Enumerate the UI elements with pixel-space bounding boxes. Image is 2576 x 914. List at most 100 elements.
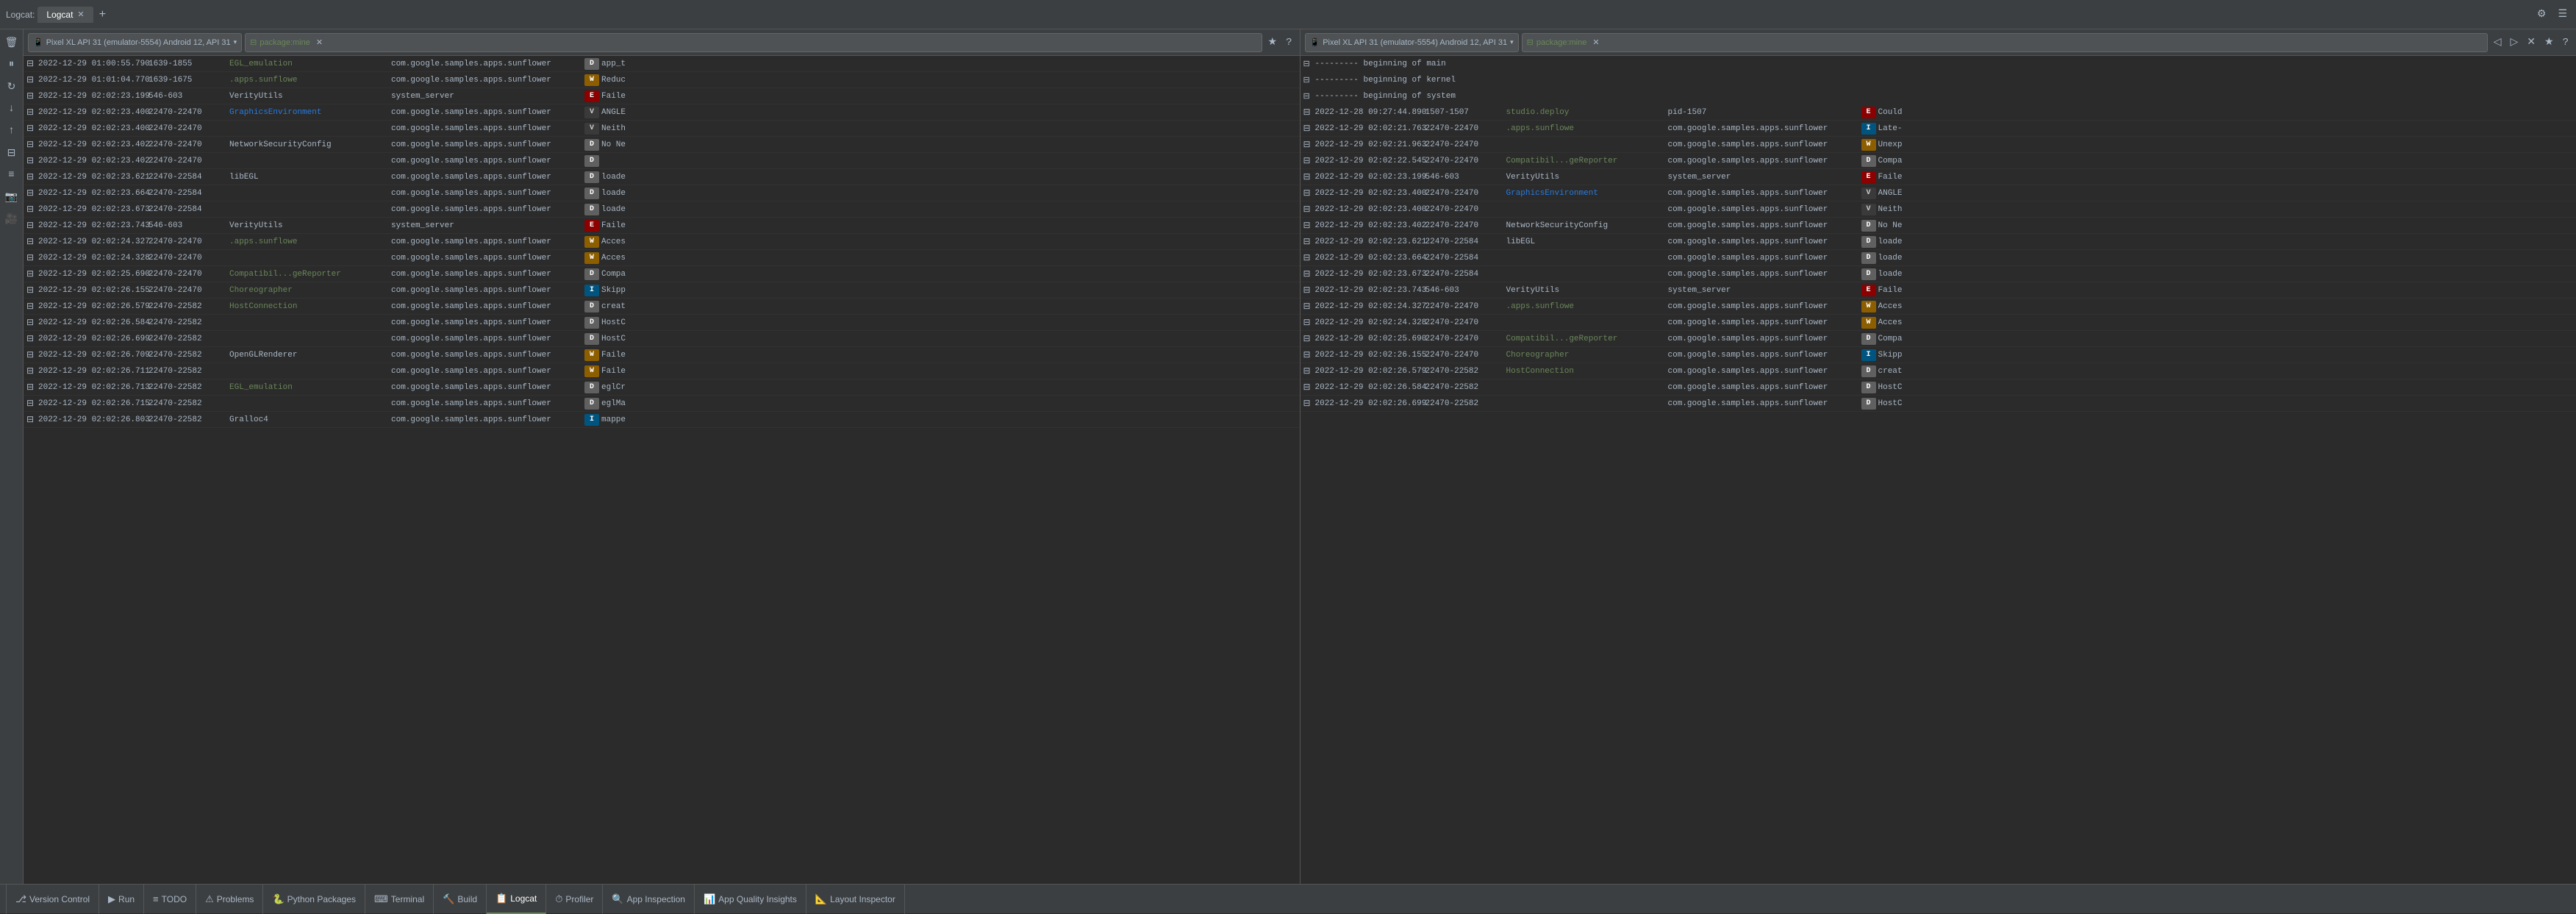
row-clear-icon[interactable]: ⊟: [26, 155, 38, 166]
left-log-content[interactable]: ⊟ 2022-12-29 01:00:55.790 1639-1855 EGL_…: [24, 56, 1300, 884]
restart-icon[interactable]: ↻: [1, 76, 22, 97]
row-clear-icon[interactable]: ⊟: [1303, 236, 1315, 247]
row-clear-icon[interactable]: ⊟: [26, 188, 38, 199]
row-clear-icon[interactable]: ⊟: [26, 301, 38, 312]
left-help-icon[interactable]: ?: [1283, 35, 1295, 50]
add-tab-button[interactable]: +: [95, 7, 111, 23]
separator-text: --------- beginning of system: [1315, 92, 1456, 101]
logcat-tab[interactable]: Logcat ✕: [37, 7, 93, 23]
camera-icon[interactable]: 📷: [1, 187, 22, 207]
row-clear-icon[interactable]: ⊟: [1303, 139, 1315, 150]
row-clear-icon[interactable]: ⊟: [1303, 398, 1315, 409]
bottom-tool-profiler[interactable]: ⏱ Profiler: [546, 885, 603, 914]
format-icon[interactable]: ≡: [1, 165, 22, 185]
left-star-icon[interactable]: ★: [1265, 35, 1281, 50]
row-clear-icon[interactable]: ⊟: [26, 285, 38, 296]
bottom-tool-run[interactable]: ▶ Run: [99, 885, 144, 914]
log-row: ⊟ 2022-12-29 02:02:23.402 22470-22470 co…: [24, 153, 1300, 169]
row-clear-icon[interactable]: ⊟: [26, 252, 38, 263]
row-clear-icon[interactable]: ⊟: [1303, 333, 1315, 344]
scroll-down-icon[interactable]: ↓: [1, 99, 22, 119]
row-clear-icon[interactable]: ⊟: [1303, 171, 1315, 182]
row-clear-icon[interactable]: ⊟: [26, 236, 38, 247]
row-clear-icon[interactable]: ⊟: [26, 123, 38, 134]
tab-close-icon[interactable]: ✕: [77, 10, 84, 19]
sep-clear-icon[interactable]: ⊟: [1303, 91, 1315, 101]
log-level-badge: D: [1861, 268, 1876, 280]
row-clear-icon[interactable]: ⊟: [26, 317, 38, 328]
right-expand-icon[interactable]: ▷: [2508, 35, 2522, 50]
right-log-content[interactable]: ⊟--------- beginning of main⊟--------- b…: [1300, 56, 2576, 884]
row-clear-icon[interactable]: ⊟: [1303, 301, 1315, 312]
row-clear-icon[interactable]: ⊟: [26, 268, 38, 279]
bottom-tool-build[interactable]: 🔨 Build: [434, 885, 487, 914]
sep-clear-icon[interactable]: ⊟: [1303, 75, 1315, 85]
row-clear-icon[interactable]: ⊟: [1303, 204, 1315, 215]
bottom-tool-app-quality-insights[interactable]: 📊 App Quality Insights: [695, 885, 806, 914]
log-package: com.google.samples.apps.sunflower: [1668, 399, 1859, 408]
row-clear-icon[interactable]: ⊟: [26, 204, 38, 215]
row-clear-icon[interactable]: ⊟: [26, 139, 38, 150]
log-level-badge: D: [584, 268, 599, 280]
row-clear-icon[interactable]: ⊟: [1303, 155, 1315, 166]
left-device-selector[interactable]: 📱 Pixel XL API 31 (emulator-5554) Androi…: [28, 33, 242, 52]
row-clear-icon[interactable]: ⊟: [1303, 382, 1315, 393]
bottom-tool-todo[interactable]: ≡ TODO: [144, 885, 196, 914]
bottom-tool-python-packages[interactable]: 🐍 Python Packages: [263, 885, 365, 914]
row-clear-icon[interactable]: ⊟: [1303, 268, 1315, 279]
bottom-tool-terminal[interactable]: ⌨ Terminal: [365, 885, 434, 914]
log-pid: 22470-22470: [1425, 157, 1506, 165]
left-filter-bar[interactable]: ⊟ package:mine ✕: [245, 33, 1262, 52]
bottom-tool-layout-inspector[interactable]: 📐 Layout Inspector: [806, 885, 905, 914]
log-message: Faile: [601, 367, 1297, 376]
log-level-badge: D: [1861, 382, 1876, 393]
bottom-tool-app-inspection[interactable]: 🔍 App Inspection: [603, 885, 695, 914]
menu-icon[interactable]: ☰: [2555, 7, 2570, 22]
row-clear-icon[interactable]: ⊟: [1303, 285, 1315, 296]
row-clear-icon[interactable]: ⊟: [26, 398, 38, 409]
scroll-up-icon[interactable]: ↑: [1, 121, 22, 141]
row-clear-icon[interactable]: ⊟: [26, 107, 38, 118]
right-collapse-icon[interactable]: ◁: [2491, 35, 2505, 50]
row-clear-icon[interactable]: ⊟: [26, 58, 38, 69]
video-icon[interactable]: 🎥: [1, 209, 22, 229]
bottom-tool-logcat[interactable]: 📋 Logcat: [487, 885, 546, 914]
row-clear-icon[interactable]: ⊟: [1303, 123, 1315, 134]
row-clear-icon[interactable]: ⊟: [1303, 107, 1315, 118]
log-message: Faile: [1878, 286, 2574, 295]
right-filter-bar[interactable]: ⊟ package:mine ✕: [1522, 33, 2488, 52]
right-help-icon[interactable]: ?: [2560, 35, 2572, 50]
bottom-tool-problems[interactable]: ⚠ Problems: [196, 885, 263, 914]
row-clear-icon[interactable]: ⊟: [26, 414, 38, 425]
row-clear-icon[interactable]: ⊟: [26, 382, 38, 393]
bottom-tool-version-control[interactable]: ⎇ Version Control: [6, 885, 99, 914]
clear-logcat-icon[interactable]: 🗑: [1, 32, 22, 53]
right-device-selector[interactable]: 📱 Pixel XL API 31 (emulator-5554) Androi…: [1305, 33, 1519, 52]
row-clear-icon[interactable]: ⊟: [26, 333, 38, 344]
right-star-icon[interactable]: ★: [2541, 35, 2557, 50]
row-clear-icon[interactable]: ⊟: [26, 90, 38, 101]
tab-label: Logcat: [46, 10, 73, 20]
settings-icon[interactable]: ⚙: [2534, 7, 2550, 22]
log-pid: 22470-22584: [1425, 254, 1506, 263]
row-clear-icon[interactable]: ⊟: [1303, 188, 1315, 199]
row-clear-icon[interactable]: ⊟: [1303, 252, 1315, 263]
row-clear-icon[interactable]: ⊟: [1303, 220, 1315, 231]
row-clear-icon[interactable]: ⊟: [26, 349, 38, 360]
row-clear-icon[interactable]: ⊟: [1303, 317, 1315, 328]
right-filter-clear-icon[interactable]: ✕: [1592, 38, 1599, 47]
pause-icon[interactable]: ⏸: [1, 54, 22, 75]
row-clear-icon[interactable]: ⊟: [26, 220, 38, 231]
row-clear-icon[interactable]: ⊟: [26, 171, 38, 182]
sep-clear-icon[interactable]: ⊟: [1303, 59, 1315, 69]
log-timestamp: 2022-12-29 02:02:26.709: [38, 351, 149, 360]
filter-icon[interactable]: ⊟: [1, 143, 22, 163]
row-clear-icon[interactable]: ⊟: [1303, 365, 1315, 376]
right-close-icon[interactable]: ✕: [2524, 35, 2539, 50]
bottom-tool-label: App Inspection: [627, 894, 685, 904]
row-clear-icon[interactable]: ⊟: [1303, 349, 1315, 360]
log-tag: VerityUtils: [229, 221, 391, 230]
row-clear-icon[interactable]: ⊟: [26, 365, 38, 376]
row-clear-icon[interactable]: ⊟: [26, 74, 38, 85]
left-filter-clear-icon[interactable]: ✕: [316, 38, 323, 47]
